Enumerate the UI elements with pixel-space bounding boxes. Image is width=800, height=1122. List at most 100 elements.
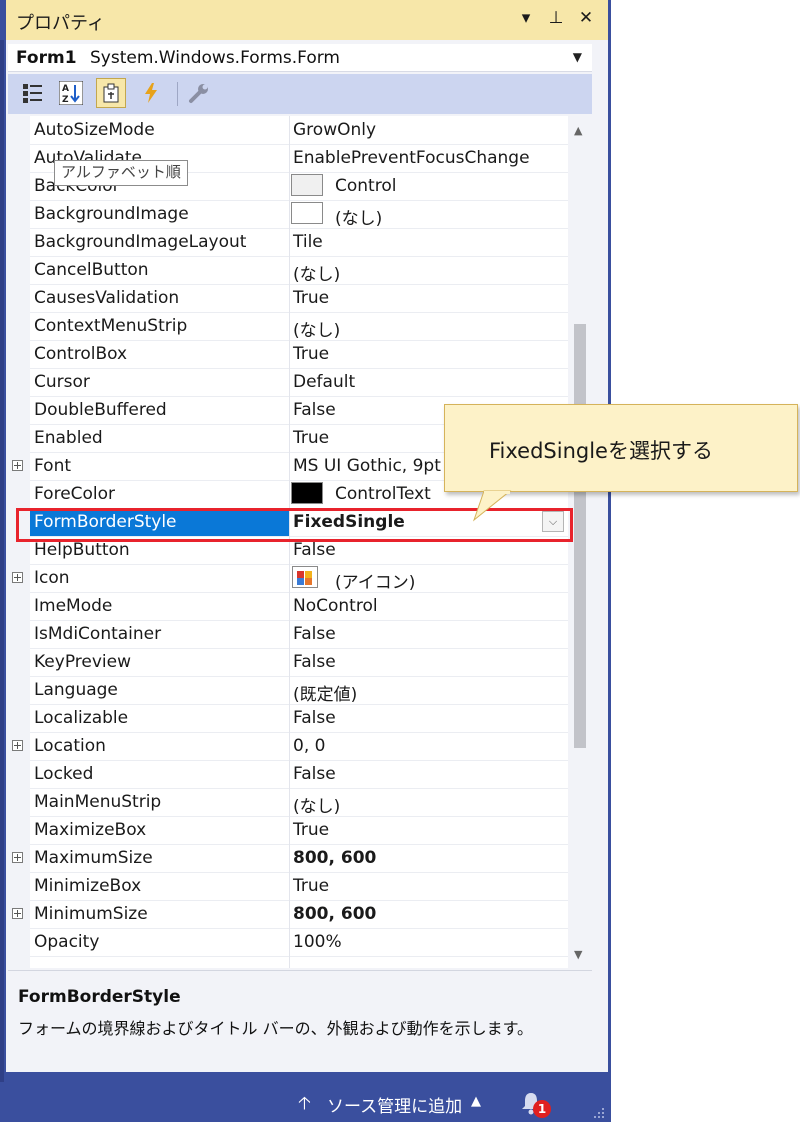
property-row-opacity[interactable]: Opacity 100%: [8, 928, 568, 957]
property-value[interactable]: (なし): [293, 316, 340, 341]
property-value[interactable]: EnablePreventFocusChange: [293, 148, 530, 168]
column-divider: [289, 368, 290, 396]
description-text: フォームの境界線およびタイトル バーの、外観および動作を示します。: [18, 1019, 534, 1038]
property-value[interactable]: 800, 600: [293, 904, 376, 924]
row-gutter: [8, 340, 30, 368]
property-pages-button[interactable]: [184, 78, 214, 108]
property-value[interactable]: 100%: [293, 932, 342, 952]
property-value[interactable]: Default: [293, 372, 355, 392]
property-row-ismdicontainer[interactable]: IsMdiContainer False: [8, 620, 568, 649]
property-name: ControlBox: [34, 344, 128, 364]
expand-icon[interactable]: [12, 740, 23, 751]
panel-titlebar: プロパティ ▾ ⊥ ✕: [6, 0, 608, 40]
column-divider: [289, 172, 290, 200]
column-divider: [289, 228, 290, 256]
property-value[interactable]: Tile: [293, 232, 323, 252]
row-gutter: [8, 872, 30, 900]
property-value[interactable]: Control: [335, 176, 396, 196]
caret-up-icon[interactable]: ▲: [471, 1094, 481, 1109]
dropdown-icon[interactable]: ▾: [518, 8, 534, 28]
row-gutter: [8, 704, 30, 732]
property-row-cursor[interactable]: Cursor Default: [8, 368, 568, 397]
property-value[interactable]: 0, 0: [293, 736, 325, 756]
property-value[interactable]: NoControl: [293, 596, 378, 616]
property-value[interactable]: False: [293, 764, 336, 784]
property-row-minimizebox[interactable]: MinimizeBox True: [8, 872, 568, 901]
resize-grip-icon[interactable]: [592, 1108, 606, 1120]
scrollbar-thumb[interactable]: [574, 324, 586, 748]
chevron-down-icon[interactable]: ▼: [573, 50, 582, 64]
categorized-button[interactable]: [18, 78, 48, 108]
column-divider: [289, 732, 290, 760]
arrow-up-icon[interactable]: 🡡: [298, 1091, 311, 1121]
property-row-localizable[interactable]: Localizable False: [8, 704, 568, 733]
property-value[interactable]: (なし): [293, 792, 340, 817]
property-value[interactable]: False: [293, 400, 336, 420]
vertical-scrollbar[interactable]: ▲ ▼: [568, 116, 592, 968]
property-row-controlbox[interactable]: ControlBox True: [8, 340, 568, 369]
callout-text: FixedSingleを選択する: [489, 439, 713, 463]
expand-icon[interactable]: [12, 572, 23, 583]
property-value[interactable]: False: [293, 540, 336, 560]
row-gutter: [8, 900, 30, 928]
property-row-contextmenustrip[interactable]: ContextMenuStrip (なし): [8, 312, 568, 341]
property-value[interactable]: False: [293, 652, 336, 672]
row-gutter: [8, 312, 30, 340]
property-row-backgroundimage[interactable]: BackgroundImage (なし): [8, 200, 568, 229]
expand-icon[interactable]: [12, 908, 23, 919]
property-value[interactable]: True: [293, 428, 329, 448]
property-name: AutoSizeMode: [34, 120, 155, 140]
property-value[interactable]: True: [293, 876, 329, 896]
object-selector[interactable]: Form1 System.Windows.Forms.Form ▼: [8, 44, 592, 72]
property-name: CancelButton: [34, 260, 149, 280]
column-divider: [289, 312, 290, 340]
object-type: System.Windows.Forms.Form: [90, 48, 340, 68]
property-row-mainmenustrip[interactable]: MainMenuStrip (なし): [8, 788, 568, 817]
property-value[interactable]: False: [293, 624, 336, 644]
expand-icon[interactable]: [12, 460, 23, 471]
property-value[interactable]: (なし): [293, 260, 340, 285]
scroll-up-icon[interactable]: ▲: [574, 124, 582, 137]
property-row-causesvalidation[interactable]: CausesValidation True: [8, 284, 568, 313]
source-control-label[interactable]: ソース管理に追加: [327, 1092, 462, 1117]
row-gutter: [8, 564, 30, 592]
property-value[interactable]: (アイコン): [335, 568, 415, 593]
property-row-minimumsize[interactable]: MinimumSize 800, 600: [8, 900, 568, 929]
property-value[interactable]: 800, 600: [293, 848, 376, 868]
property-name: KeyPreview: [34, 652, 131, 672]
property-row-keypreview[interactable]: KeyPreview False: [8, 648, 568, 677]
row-gutter: [8, 452, 30, 480]
property-row-icon[interactable]: Icon (アイコン): [8, 564, 568, 593]
property-row-maximizebox[interactable]: MaximizeBox True: [8, 816, 568, 845]
property-row-language[interactable]: Language (既定値): [8, 676, 568, 705]
properties-button[interactable]: [96, 78, 126, 108]
scroll-down-icon[interactable]: ▼: [574, 948, 582, 961]
callout-box: FixedSingleを選択する: [444, 404, 798, 492]
pin-icon[interactable]: ⊥: [548, 8, 564, 28]
categorized-icon: [23, 84, 42, 103]
close-icon[interactable]: ✕: [578, 8, 594, 28]
property-name: MinimizeBox: [34, 876, 142, 896]
property-value[interactable]: GrowOnly: [293, 120, 376, 140]
property-row-imemode[interactable]: ImeMode NoControl: [8, 592, 568, 621]
property-value[interactable]: True: [293, 344, 329, 364]
property-row-cancelbutton[interactable]: CancelButton (なし): [8, 256, 568, 285]
property-value[interactable]: ControlText: [335, 484, 431, 504]
expand-icon[interactable]: [12, 852, 23, 863]
property-row-locked[interactable]: Locked False: [8, 760, 568, 789]
property-value[interactable]: (既定値): [293, 680, 357, 705]
row-gutter: [8, 228, 30, 256]
property-value[interactable]: MS UI Gothic, 9pt: [293, 456, 441, 476]
property-value[interactable]: True: [293, 820, 329, 840]
property-name: MaximumSize: [34, 848, 153, 868]
property-value[interactable]: (なし): [335, 204, 382, 229]
alphabetical-button[interactable]: A Z: [56, 78, 86, 108]
property-value[interactable]: False: [293, 708, 336, 728]
toolbar-separator: [177, 82, 178, 106]
property-value[interactable]: True: [293, 288, 329, 308]
property-row-location[interactable]: Location 0, 0: [8, 732, 568, 761]
events-button[interactable]: [136, 78, 166, 108]
property-row-backgroundimagelayout[interactable]: BackgroundImageLayout Tile: [8, 228, 568, 257]
property-row-autosizemode[interactable]: AutoSizeMode GrowOnly: [8, 116, 568, 145]
property-row-maximumsize[interactable]: MaximumSize 800, 600: [8, 844, 568, 873]
